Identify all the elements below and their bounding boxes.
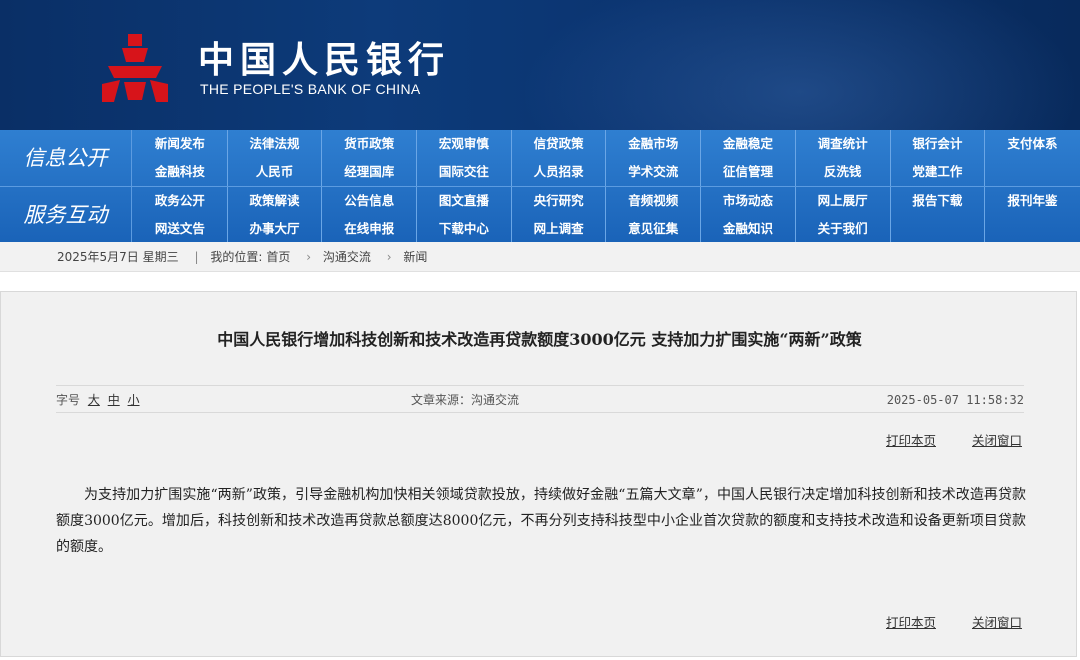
- nav-item[interactable]: 信贷政策: [512, 130, 607, 158]
- nav-item[interactable]: 货币政策: [322, 130, 418, 158]
- breadcrumb-bar: 2025年5月7日 星期三 | 我的位置: 首页 › 沟通交流 › 新闻: [0, 242, 1080, 272]
- article-meta-bar: 字号 大 中 小 文章来源：沟通交流 2025-05-07 11:58:32: [56, 385, 1024, 413]
- nav-item[interactable]: 公告信息: [322, 187, 418, 215]
- font-size-label: 字号: [56, 393, 81, 407]
- nav-item[interactable]: 报刊年鉴: [985, 187, 1080, 215]
- nav-item[interactable]: 办事大厅: [228, 215, 323, 243]
- nav-item[interactable]: 图文直播: [417, 187, 512, 215]
- header-background-glow: [520, 0, 1080, 130]
- nav-row: 金融科技 人民币 经理国库 国际交往 人员招录 学术交流 征信管理 反洗钱 党建…: [133, 158, 1080, 186]
- nav-grid: 新闻发布 法律法规 货币政策 宏观审慎 信贷政策 金融市场 金融稳定 调查统计 …: [133, 130, 1080, 186]
- article-title: 中国人民银行增加科技创新和技术改造再贷款额度3000亿元 支持加力扩围实施“两新…: [217, 330, 862, 349]
- nav-item[interactable]: 关于我们: [796, 215, 891, 243]
- nav-row: 新闻发布 法律法规 货币政策 宏观审慎 信贷政策 金融市场 金融稳定 调查统计 …: [133, 130, 1080, 158]
- nav-item[interactable]: 金融市场: [606, 130, 702, 158]
- nav-item-empty: [985, 215, 1080, 243]
- breadcrumb-label: 我的位置:: [210, 250, 263, 264]
- nav-item[interactable]: 反洗钱: [796, 158, 891, 186]
- current-date: 2025年5月7日 星期三: [57, 250, 179, 264]
- nav-item[interactable]: 国际交往: [417, 158, 512, 186]
- nav-section-info: 信息公开 新闻发布 法律法规 货币政策 宏观审慎 信贷政策 金融市场 金融稳定 …: [0, 130, 1080, 186]
- breadcrumb-divider: |: [194, 250, 199, 264]
- article-container: 中国人民银行增加科技创新和技术改造再贷款额度3000亿元 支持加力扩围实施“两新…: [0, 291, 1077, 657]
- nav-item[interactable]: 党建工作: [891, 158, 986, 186]
- font-size-selector: 字号 大 中 小: [56, 386, 140, 414]
- nav-section-title[interactable]: 信息公开: [0, 130, 132, 186]
- pboc-emblem-icon[interactable]: [100, 32, 170, 106]
- font-size-large-link[interactable]: 大: [88, 393, 100, 407]
- article-source: 文章来源：沟通交流: [411, 393, 520, 407]
- nav-item[interactable]: 人民币: [228, 158, 323, 186]
- nav-item[interactable]: 报告下载: [891, 187, 986, 215]
- print-page-link[interactable]: 打印本页: [886, 433, 936, 448]
- nav-item[interactable]: 政务公开: [133, 187, 228, 215]
- breadcrumb-chevron-icon: ›: [306, 250, 312, 264]
- font-size-small-link[interactable]: 小: [128, 393, 140, 407]
- breadcrumb-link-communication[interactable]: 沟通交流: [323, 250, 371, 264]
- nav-item[interactable]: 央行研究: [512, 187, 607, 215]
- nav-item[interactable]: 银行会计: [891, 130, 986, 158]
- site-header: 中国人民银行 THE PEOPLE'S BANK OF CHINA: [0, 0, 1080, 130]
- nav-item-empty: [985, 158, 1080, 186]
- nav-item[interactable]: 金融科技: [133, 158, 228, 186]
- nav-item[interactable]: 学术交流: [606, 158, 702, 186]
- nav-item[interactable]: 金融知识: [701, 215, 796, 243]
- nav-section-service: 服务互动 政务公开 政策解读 公告信息 图文直播 央行研究 音频视频 市场动态 …: [0, 186, 1080, 243]
- close-window-link[interactable]: 关闭窗口: [972, 615, 1022, 630]
- nav-row: 政务公开 政策解读 公告信息 图文直播 央行研究 音频视频 市场动态 网上展厅 …: [133, 187, 1080, 215]
- nav-item[interactable]: 人员招录: [512, 158, 607, 186]
- nav-section-title[interactable]: 服务互动: [0, 187, 132, 243]
- nav-item[interactable]: 市场动态: [701, 187, 796, 215]
- nav-item[interactable]: 网上调查: [512, 215, 607, 243]
- nav-item[interactable]: 新闻发布: [133, 130, 228, 158]
- breadcrumb-chevron-icon: ›: [386, 250, 392, 264]
- nav-item[interactable]: 音频视频: [606, 187, 702, 215]
- close-window-link[interactable]: 关闭窗口: [972, 433, 1022, 448]
- article-tools-top: 打印本页 关闭窗口: [854, 430, 1022, 449]
- nav-item[interactable]: 在线申报: [322, 215, 418, 243]
- nav-item[interactable]: 支付体系: [985, 130, 1080, 158]
- site-logo-english[interactable]: THE PEOPLE'S BANK OF CHINA: [200, 81, 421, 97]
- font-size-medium-link[interactable]: 中: [108, 393, 120, 407]
- article-body: 为支持加力扩围实施“两新”政策，引导金融机构加快相关领域贷款投放，持续做好金融“…: [56, 487, 1026, 555]
- nav-row: 网送文告 办事大厅 在线申报 下载中心 网上调查 意见征集 金融知识 关于我们: [133, 215, 1080, 243]
- nav-item[interactable]: 调查统计: [796, 130, 891, 158]
- nav-item[interactable]: 政策解读: [228, 187, 323, 215]
- nav-item[interactable]: 征信管理: [701, 158, 796, 186]
- breadcrumb-current[interactable]: 新闻: [403, 250, 427, 264]
- nav-item[interactable]: 下载中心: [417, 215, 512, 243]
- nav-item[interactable]: 网上展厅: [796, 187, 891, 215]
- nav-item[interactable]: 金融稳定: [701, 130, 796, 158]
- nav-item-empty: [891, 215, 986, 243]
- site-logo-chinese[interactable]: 中国人民银行: [198, 40, 450, 80]
- nav-item[interactable]: 宏观审慎: [417, 130, 512, 158]
- nav-item[interactable]: 法律法规: [228, 130, 323, 158]
- article-tools-bottom: 打印本页 关闭窗口: [854, 612, 1022, 631]
- nav-item[interactable]: 意见征集: [606, 215, 702, 243]
- article-datetime: 2025-05-07 11:58:32: [886, 393, 1024, 407]
- nav-item[interactable]: 网送文告: [133, 215, 228, 243]
- nav-item[interactable]: 经理国库: [322, 158, 418, 186]
- main-navigation: 信息公开 新闻发布 法律法规 货币政策 宏观审慎 信贷政策 金融市场 金融稳定 …: [0, 130, 1080, 243]
- print-page-link[interactable]: 打印本页: [886, 615, 936, 630]
- breadcrumb-link-home[interactable]: 首页: [266, 250, 290, 264]
- nav-grid: 政务公开 政策解读 公告信息 图文直播 央行研究 音频视频 市场动态 网上展厅 …: [133, 187, 1080, 243]
